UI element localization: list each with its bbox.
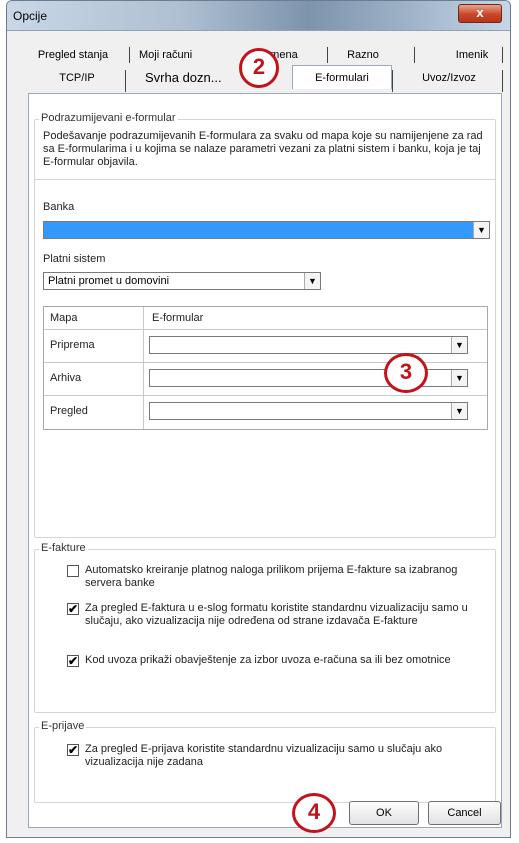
- option-label: Za pregled E-prijava koristite standardn…: [85, 743, 443, 768]
- payment-system-label: Platni sistem: [43, 253, 106, 265]
- row-label-priprema: Priprema: [50, 339, 95, 351]
- tab-moji-racuni[interactable]: Moji računi: [139, 45, 224, 65]
- priprema-form-dropdown[interactable]: ▼: [149, 336, 468, 354]
- options-dialog: Opcije x Pregled stanja Moji računi ...m…: [6, 0, 511, 838]
- tab-razno[interactable]: Razno: [339, 45, 387, 65]
- check-icon: ✔: [68, 602, 79, 616]
- close-button[interactable]: x: [458, 4, 502, 23]
- callout-marker: 3: [384, 353, 428, 393]
- auto-payment-order-checkbox[interactable]: [67, 565, 79, 577]
- eprijave-visualization-checkbox[interactable]: ✔: [67, 744, 79, 756]
- bank-dropdown[interactable]: ▼: [43, 221, 490, 239]
- grid-line: [143, 307, 144, 429]
- tab-separator: [414, 47, 415, 63]
- check-icon: ✔: [68, 654, 79, 668]
- close-icon: x: [476, 5, 484, 20]
- tab-separator: [502, 47, 503, 63]
- option-label: Automatsko kreiranje platnog naloga pril…: [85, 564, 458, 589]
- standard-visualization-checkbox[interactable]: ✔: [67, 603, 79, 615]
- tab-separator: [327, 47, 328, 63]
- column-header-folder: Mapa: [50, 312, 78, 324]
- tab-separator: [502, 70, 503, 92]
- tab-separator: [392, 70, 393, 92]
- payment-system-dropdown[interactable]: Platni promet u domovini ▼: [43, 272, 321, 290]
- divider: [35, 179, 495, 180]
- row-label-arhiva: Arhiva: [50, 372, 82, 384]
- callout-marker: 2: [239, 48, 279, 88]
- group-title: E-prijave: [39, 720, 87, 732]
- import-notification-option[interactable]: ✔ Kod uvoza prikaži obavještenje za izbo…: [67, 654, 487, 682]
- dropdown-arrow-icon[interactable]: ▼: [304, 273, 320, 289]
- tab-e-formulari[interactable]: E-formulari: [292, 65, 392, 89]
- callout-marker: 4: [292, 793, 336, 833]
- import-notification-checkbox[interactable]: ✔: [67, 655, 79, 667]
- group-description: Podešavanje podrazumijevanih E-formulara…: [43, 130, 483, 168]
- dropdown-arrow-icon[interactable]: ▼: [473, 222, 489, 238]
- standard-visualization-option[interactable]: ✔ Za pregled E-faktura u e-slog formatu …: [67, 602, 487, 644]
- eprijave-group: E-prijave ✔ Za pregled E-prijava koristi…: [34, 720, 496, 803]
- ok-button[interactable]: OK: [349, 801, 419, 825]
- group-title: Podrazumijevani e-formular: [39, 112, 178, 124]
- pregled-form-dropdown[interactable]: ▼: [149, 402, 468, 420]
- dropdown-arrow-icon[interactable]: ▼: [451, 403, 467, 419]
- payment-system-value: Platni promet u domovini: [48, 275, 170, 287]
- tab-uvoz-izvoz[interactable]: Uvoz/Izvoz: [409, 68, 489, 88]
- efakture-group: E-fakture Automatsko kreiranje platnog n…: [34, 542, 496, 713]
- dropdown-arrow-icon[interactable]: ▼: [451, 337, 467, 353]
- row-label-pregled: Pregled: [50, 405, 88, 417]
- tab-separator: [125, 70, 126, 92]
- check-icon: ✔: [68, 743, 79, 757]
- eprijave-visualization-option[interactable]: ✔ Za pregled E-prijava koristite standar…: [67, 743, 487, 771]
- dropdown-arrow-icon[interactable]: ▼: [451, 370, 467, 386]
- cancel-button[interactable]: Cancel: [428, 801, 501, 825]
- column-header-form: E-formular: [152, 312, 204, 324]
- group-title: E-fakture: [39, 542, 88, 554]
- grid-line: [44, 329, 487, 330]
- tab-tcp-ip[interactable]: TCP/IP: [37, 68, 117, 88]
- bank-label: Banka: [43, 201, 75, 213]
- default-form-group: Podrazumijevani e-formular Podešavanje p…: [34, 112, 496, 538]
- tab-imenik[interactable]: Imenik: [447, 45, 497, 65]
- tab-panel-e-formulari: Podrazumijevani e-formular Podešavanje p…: [28, 93, 502, 828]
- tab-separator: [129, 47, 130, 63]
- window-title: Opcije: [13, 9, 48, 23]
- title-bar[interactable]: Opcije x: [7, 1, 510, 31]
- auto-payment-order-option[interactable]: Automatsko kreiranje platnog naloga pril…: [67, 564, 487, 592]
- option-label: Kod uvoza prikaži obavještenje za izbor …: [85, 654, 451, 666]
- tab-pregled-stanja[interactable]: Pregled stanja: [33, 45, 113, 65]
- grid-line: [44, 395, 487, 396]
- option-label: Za pregled E-faktura u e-slog formatu ko…: [85, 602, 468, 627]
